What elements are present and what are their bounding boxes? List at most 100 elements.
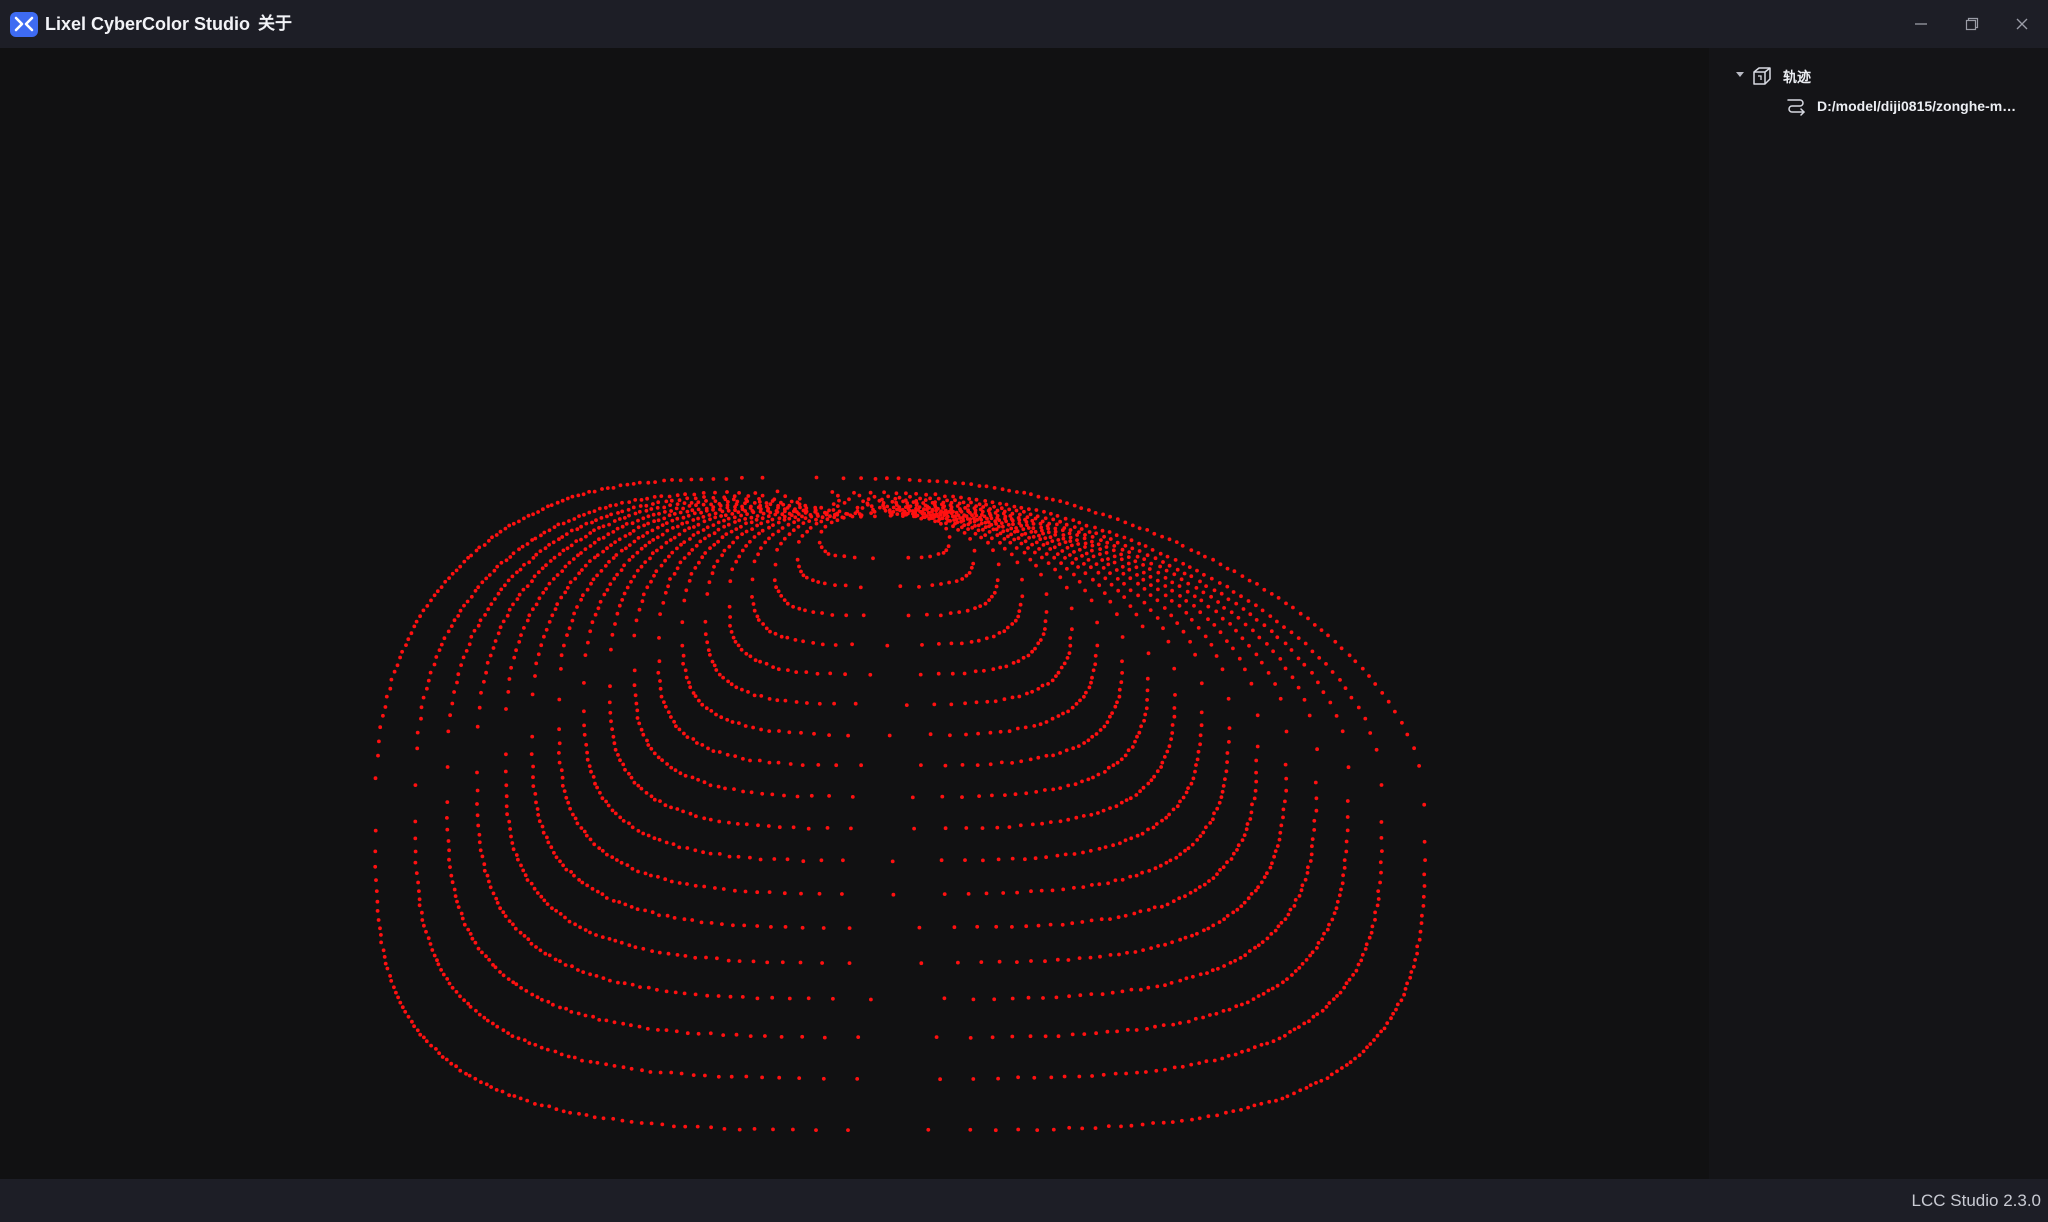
trajectory-point [966, 527, 970, 531]
trajectory-point [803, 511, 808, 515]
trajectory-point [539, 1103, 544, 1108]
trajectory-point [756, 552, 760, 557]
trajectory-point [901, 499, 905, 504]
trajectory-point [525, 878, 530, 882]
trajectory-point [1196, 551, 1201, 555]
trajectory-point [1373, 910, 1377, 915]
title-bar[interactable]: Lixel CyberColor Studio 关于 [0, 0, 2048, 48]
trajectory-point [776, 589, 781, 594]
trajectory-point [716, 1074, 721, 1079]
trajectory-point [1296, 656, 1301, 661]
trajectory-point [1073, 782, 1078, 787]
trajectory-point [1106, 765, 1111, 770]
trajectory-point [933, 492, 938, 497]
trajectory-point [532, 574, 537, 579]
trajectory-point [1185, 589, 1190, 594]
trajectory-point [1078, 993, 1083, 998]
trajectory-point [1313, 780, 1318, 785]
trajectory-point [1220, 616, 1225, 621]
trajectory-point [1345, 799, 1350, 803]
3d-viewport[interactable] [0, 48, 1709, 1179]
trajectory-point [748, 539, 752, 544]
trajectory-point [1184, 976, 1189, 981]
trajectory-point [658, 686, 663, 691]
maximize-button[interactable] [1949, 0, 1995, 48]
trajectory-point [652, 797, 657, 802]
trajectory-point [678, 771, 683, 776]
close-button[interactable] [1999, 0, 2045, 48]
trajectory-point [619, 940, 624, 945]
trajectory-point [559, 667, 563, 671]
trajectory-point [1206, 604, 1211, 609]
trajectory-point [606, 803, 611, 808]
trajectory-point [1221, 865, 1226, 869]
minimize-button[interactable] [1898, 0, 1944, 48]
trajectory-point [728, 579, 733, 584]
trajectory-point [450, 985, 455, 990]
trajectory-point [1359, 958, 1364, 963]
trajectory-point [1191, 776, 1196, 781]
trajectory-point [1010, 856, 1015, 861]
trajectory-point [974, 497, 979, 502]
trajectory-point [1128, 604, 1133, 608]
trajectory-point [667, 494, 672, 499]
trajectory-point [576, 553, 580, 558]
trajectory-point [1236, 615, 1241, 620]
trajectory-point [652, 519, 656, 524]
trajectory-point [600, 796, 605, 801]
trajectory-point [400, 1005, 405, 1010]
trajectory-point [1229, 610, 1234, 615]
trajectory-point [1415, 951, 1419, 956]
trajectory-point [976, 731, 980, 736]
trajectory-point [1181, 629, 1186, 634]
caret-down-icon[interactable] [1735, 69, 1745, 79]
trajectory-point [803, 516, 808, 520]
trajectory-point [819, 529, 824, 534]
trajectory-point [974, 700, 979, 705]
trajectory-point [564, 795, 569, 800]
trajectory-point [1252, 796, 1257, 801]
trajectory-point [1203, 634, 1208, 639]
trajectory-point [1320, 1008, 1325, 1013]
trajectory-point [1086, 777, 1091, 782]
trajectory-point [1098, 954, 1102, 959]
trajectory-point [706, 746, 710, 751]
trajectory-point [675, 953, 680, 957]
trajectory-point [1166, 639, 1171, 644]
trajectory-point [1222, 606, 1226, 610]
trajectory-point [772, 857, 777, 861]
trajectory-point [719, 514, 723, 518]
trajectory-point [538, 549, 543, 553]
trajectory-point [873, 477, 878, 481]
trajectory-point [557, 751, 561, 755]
trajectory-point [836, 493, 840, 498]
trajectory-point [435, 589, 440, 594]
trajectory-point [1044, 496, 1049, 501]
trajectory-point [723, 513, 728, 518]
trajectory-point [567, 560, 572, 565]
trajectory-point [1302, 662, 1307, 667]
trajectory-point [755, 514, 760, 518]
trajectory-point [859, 476, 863, 480]
trajectory-point [998, 729, 1003, 734]
trajectory-point [804, 575, 809, 580]
trajectory-point [1010, 1034, 1015, 1039]
trajectory-point [797, 1076, 802, 1080]
trajectory-point [621, 1065, 626, 1070]
trajectory-point [619, 548, 624, 553]
trajectory-point [666, 710, 671, 714]
trajectory-point [1325, 1076, 1330, 1080]
trajectory-point [1211, 923, 1216, 928]
trajectory-point [788, 762, 793, 766]
trajectory-point [730, 567, 735, 572]
trajectory-point [675, 493, 680, 498]
trajectory-point [1202, 928, 1206, 933]
trajectory-point [650, 551, 655, 556]
trajectory-point [1128, 796, 1133, 801]
trajectory-point [682, 917, 687, 922]
trajectory-point [1152, 531, 1157, 536]
trajectory-point [604, 896, 609, 900]
menu-item-about[interactable]: 关于 [258, 13, 292, 35]
trajectory-point [1348, 1060, 1353, 1065]
trajectory-point [1010, 518, 1015, 523]
